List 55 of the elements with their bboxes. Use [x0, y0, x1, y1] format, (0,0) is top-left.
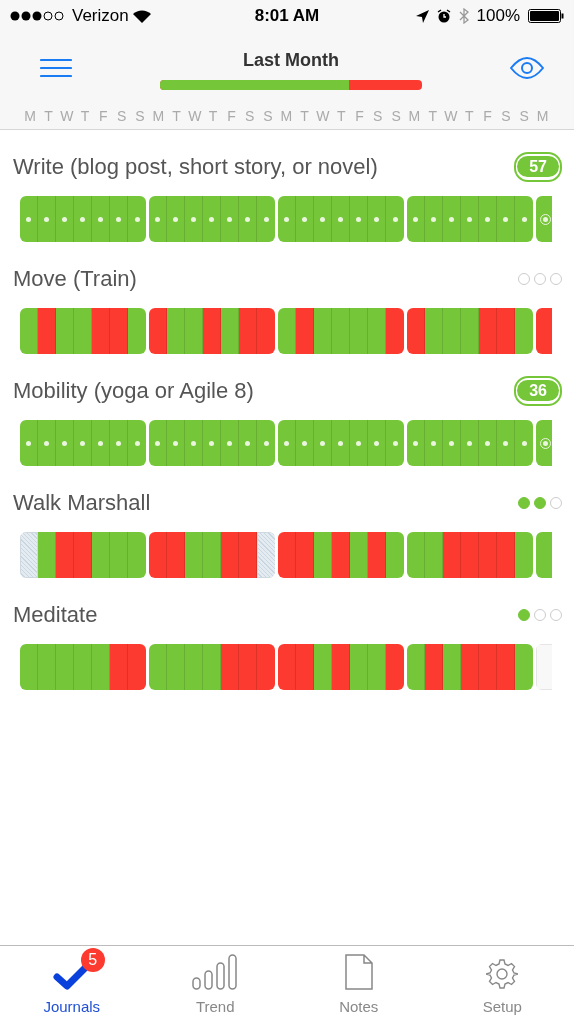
count-badge: 36 — [514, 375, 562, 406]
habit-name[interactable]: Move (Train) — [13, 262, 137, 295]
weekday-label: F — [354, 107, 365, 126]
notification-badge: 5 — [80, 948, 105, 972]
tab[interactable]: Trend — [143, 946, 287, 1021]
tab[interactable]: 5 Journals — [0, 946, 144, 1021]
weekday-label: F — [98, 107, 109, 126]
weekday-label: T — [207, 107, 219, 126]
weekday-label: W — [315, 107, 331, 126]
clock-time: 8:01 AM — [254, 5, 320, 28]
weekday-label: S — [262, 107, 274, 126]
bar-chart-icon — [192, 954, 239, 990]
weekday-label: W — [443, 107, 459, 126]
battery-percent: 100% — [476, 5, 520, 28]
alarm-clock-icon — [436, 9, 451, 23]
weekday-label: W — [59, 107, 75, 126]
habit-name[interactable]: Walk Marshall — [13, 486, 151, 519]
weekday-label: S — [244, 107, 256, 126]
weekday-label: M — [151, 107, 166, 126]
weekday-label: T — [335, 107, 347, 126]
habit-name[interactable]: Meditate — [13, 598, 98, 631]
bluetooth-icon — [458, 8, 469, 24]
weekday-label: S — [390, 107, 402, 126]
weekday-label: S — [500, 107, 512, 126]
settings-icon — [486, 958, 519, 990]
tab[interactable]: Notes — [287, 946, 431, 1021]
carrier-name: Verizon — [72, 5, 129, 28]
weekday-label: W — [187, 107, 203, 126]
tab[interactable]: Setup — [430, 946, 574, 1021]
habit-name[interactable]: Mobility (yoga or Agile 8) — [13, 374, 254, 407]
weekday-label: S — [372, 107, 384, 126]
weekday-label: T — [171, 107, 182, 126]
weekday-label: F — [226, 107, 237, 126]
battery-icon — [528, 9, 564, 23]
weekday-label: M — [279, 107, 294, 126]
weekday-label: S — [518, 107, 530, 126]
habit-name[interactable]: Write (blog post, short story, or novel) — [13, 150, 378, 183]
weekday-label: M — [535, 107, 550, 126]
weekday-label: S — [134, 107, 146, 126]
weekday-label: M — [407, 107, 422, 126]
document-icon — [344, 954, 373, 990]
weekday-label: M — [23, 107, 37, 126]
weekday-label: T — [464, 107, 475, 126]
period-title: Last Month — [243, 48, 339, 72]
weekday-label: S — [115, 107, 128, 126]
location-arrow-icon — [415, 9, 429, 23]
eye-icon[interactable] — [510, 57, 544, 79]
weekday-label: T — [43, 107, 54, 126]
weekday-label: F — [482, 107, 493, 126]
menu-icon[interactable] — [40, 58, 72, 78]
weekday-label: T — [299, 107, 310, 126]
weekday-label: T — [427, 107, 438, 126]
weekday-label: T — [79, 107, 91, 126]
count-badge: 57 — [514, 151, 562, 182]
wifi-icon — [132, 9, 151, 23]
